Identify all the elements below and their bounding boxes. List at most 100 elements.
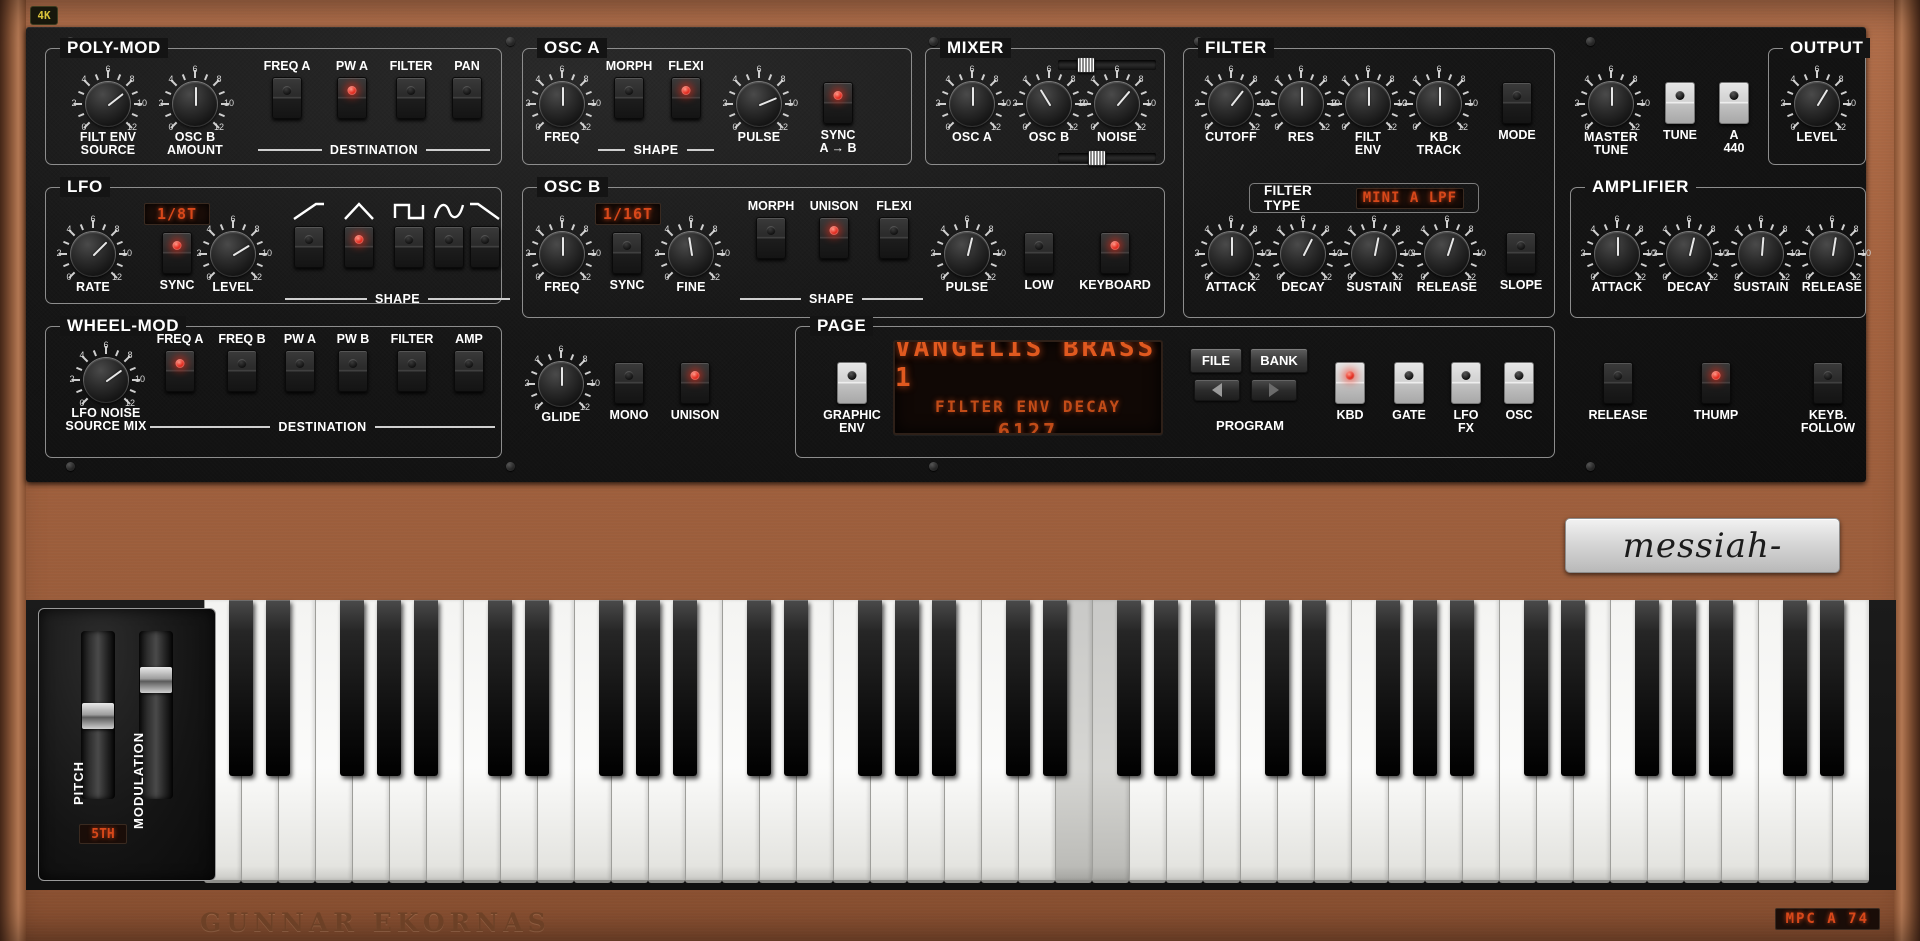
lfo-shape-ramp-up-switch[interactable] bbox=[288, 200, 330, 268]
switch-body[interactable] bbox=[837, 362, 867, 404]
switch-body[interactable] bbox=[680, 362, 710, 404]
a440-switch[interactable]: A 440 bbox=[1710, 82, 1758, 155]
osc-b-fine-knob[interactable]: FINE 0 2 4 6 8 10 12 bbox=[654, 215, 730, 294]
amp-decay-knob[interactable]: DECAY 0 2 4 6 8 10 12 bbox=[1652, 215, 1728, 294]
bank-button[interactable]: BANK bbox=[1250, 348, 1308, 373]
knob-dial[interactable] bbox=[1727, 220, 1795, 279]
filter-release-knob[interactable]: RELEASE 0 2 4 6 8 10 12 bbox=[1408, 215, 1486, 294]
switch-body[interactable] bbox=[1504, 362, 1534, 404]
knob-dial[interactable] bbox=[199, 220, 267, 279]
switch-body[interactable] bbox=[1701, 362, 1731, 404]
piano-black-key[interactable] bbox=[1783, 600, 1807, 776]
piano-black-key[interactable] bbox=[747, 600, 771, 776]
amp-attack-knob[interactable]: ATTACK 0 2 4 6 8 10 12 bbox=[1578, 215, 1656, 294]
piano-black-key[interactable] bbox=[1302, 600, 1326, 776]
piano-black-key[interactable] bbox=[1376, 600, 1400, 776]
switch-body[interactable] bbox=[337, 77, 367, 119]
osc-b-sync-switch[interactable]: SYNC bbox=[597, 232, 657, 292]
switch-body[interactable] bbox=[823, 82, 853, 124]
wheelmod-dest-freq-a-switch[interactable]: FREQ A bbox=[148, 333, 212, 392]
mixer-osc-a-knob[interactable]: OSC A 0 2 4 6 8 10 12 bbox=[935, 65, 1011, 144]
modulation-wheel-grip[interactable] bbox=[140, 667, 172, 693]
wheelmod-dest-pw-a-switch[interactable]: PW A bbox=[274, 333, 326, 392]
switch-body[interactable] bbox=[272, 77, 302, 119]
piano-black-key[interactable] bbox=[1820, 600, 1844, 776]
piano-black-key[interactable] bbox=[266, 600, 290, 776]
file-button[interactable]: FILE bbox=[1190, 348, 1242, 373]
pitch-wheel-grip[interactable] bbox=[82, 703, 114, 729]
switch-body[interactable] bbox=[1502, 82, 1532, 124]
tune-switch[interactable]: TUNE bbox=[1652, 82, 1708, 142]
knob-dial[interactable] bbox=[1197, 220, 1265, 279]
switch-body[interactable] bbox=[396, 77, 426, 119]
osc-b-keyboard-switch[interactable]: KEYBOARD bbox=[1070, 232, 1160, 292]
piano-black-key[interactable] bbox=[932, 600, 956, 776]
knob-dial[interactable] bbox=[528, 220, 596, 279]
filter-slope-switch[interactable]: SLOPE bbox=[1490, 232, 1552, 292]
piano-black-key[interactable] bbox=[895, 600, 919, 776]
knob-dial[interactable] bbox=[74, 70, 142, 129]
switch-body[interactable] bbox=[612, 232, 642, 274]
piano-black-key[interactable] bbox=[488, 600, 512, 776]
polymod-dest-pw-a-switch[interactable]: PW A bbox=[322, 60, 382, 119]
lfo-rate-knob[interactable]: RATE 0 2 4 6 8 10 12 bbox=[55, 215, 132, 294]
program-next-button[interactable] bbox=[1251, 379, 1297, 401]
switch-body[interactable] bbox=[1394, 362, 1424, 404]
switch-body[interactable] bbox=[162, 232, 192, 274]
piano-black-key[interactable] bbox=[340, 600, 364, 776]
piano-black-key[interactable] bbox=[1672, 600, 1696, 776]
glide-knob[interactable]: GLIDE 0 2 4 6 8 10 12 bbox=[524, 345, 600, 424]
filter-cutoff-knob[interactable]: CUTOFF 0 2 4 6 8 10 12 bbox=[1192, 65, 1270, 144]
wheelmod-dest-amp-switch[interactable]: AMP bbox=[443, 333, 495, 392]
lfo-shape-ramp-down-switch[interactable] bbox=[464, 200, 506, 268]
filter-mode-switch[interactable]: MODE bbox=[1487, 82, 1547, 142]
switch-body[interactable] bbox=[397, 350, 427, 392]
osc-b-shape-morph-switch[interactable]: MORPH bbox=[737, 200, 805, 259]
osc-b-shape-flexi-switch[interactable]: FLEXI bbox=[865, 200, 923, 259]
mixer-noise-knob[interactable]: NOISE 0 2 4 6 8 10 12 bbox=[1080, 65, 1156, 144]
piano-black-key[interactable] bbox=[1043, 600, 1067, 776]
piano-black-key[interactable] bbox=[1265, 600, 1289, 776]
polymod-dest-pan-switch[interactable]: PAN bbox=[440, 60, 494, 119]
knob-dial[interactable] bbox=[1583, 220, 1651, 279]
pitch-wheel[interactable] bbox=[81, 631, 115, 799]
piano-black-key[interactable] bbox=[673, 600, 697, 776]
piano-black-key[interactable] bbox=[1006, 600, 1030, 776]
polymod-osc-b-amount-knob[interactable]: OSC B AMOUNT 0 2 4 6 8 10 12 bbox=[156, 65, 234, 156]
knob-dial[interactable] bbox=[1405, 70, 1473, 129]
knob-dial[interactable] bbox=[1413, 220, 1481, 279]
knob-dial[interactable] bbox=[1783, 70, 1851, 129]
switch-body[interactable] bbox=[1335, 362, 1365, 404]
osc-b-shape-unison-switch[interactable]: UNISON bbox=[800, 200, 868, 259]
osc-a-shape-morph-switch[interactable]: MORPH bbox=[595, 60, 663, 119]
osc-a-sync-switch[interactable]: SYNC A → B bbox=[805, 82, 871, 155]
knob-dial[interactable] bbox=[1015, 70, 1083, 129]
switch-body[interactable] bbox=[614, 362, 644, 404]
knob-dial[interactable] bbox=[1267, 70, 1335, 129]
switch-body[interactable] bbox=[1100, 232, 1130, 274]
knob-dial[interactable] bbox=[933, 220, 1001, 279]
master-tune-knob[interactable]: MASTER TUNE 0 2 4 6 8 10 12 bbox=[1570, 65, 1652, 156]
polymod-dest-freq-a-switch[interactable]: FREQ A bbox=[253, 60, 321, 119]
piano-black-key[interactable] bbox=[1191, 600, 1215, 776]
graphic-env-switch[interactable]: GRAPHIC ENV bbox=[810, 362, 894, 435]
knob-dial[interactable] bbox=[528, 70, 596, 129]
piano-black-key[interactable] bbox=[1154, 600, 1178, 776]
switch-body[interactable] bbox=[879, 217, 909, 259]
filter-res-knob[interactable]: RES 024681012 bbox=[1264, 65, 1340, 144]
piano-black-key[interactable] bbox=[229, 600, 253, 776]
wheelmod-dest-freq-b-switch[interactable]: FREQ B bbox=[210, 333, 274, 392]
knob-dial[interactable] bbox=[938, 70, 1006, 129]
page-lfo-fx-switch[interactable]: LFO FX bbox=[1440, 362, 1492, 435]
polymod-dest-filter-switch[interactable]: FILTER bbox=[378, 60, 444, 119]
page-osc-switch[interactable]: OSC bbox=[1493, 362, 1545, 422]
knob-dial[interactable] bbox=[72, 346, 140, 405]
filter-attack-knob[interactable]: ATTACK 0 2 4 6 8 10 12 bbox=[1192, 215, 1270, 294]
amp-release-knob[interactable]: RELEASE 0 2 4 6 8 10 12 bbox=[1793, 215, 1871, 294]
mixer-osc-b-knob[interactable]: OSC B 024681012 bbox=[1012, 65, 1088, 144]
filter-filt-env-knob[interactable]: FILT ENV 0 2 4 6 8 10 12 bbox=[1331, 65, 1407, 156]
slider-thumb[interactable] bbox=[1088, 150, 1106, 166]
piano-black-key[interactable] bbox=[1635, 600, 1659, 776]
filter-sustain-knob[interactable]: SUSTAIN 0 2 4 6 8 10 12 bbox=[1335, 215, 1413, 294]
switch-body[interactable] bbox=[294, 226, 324, 268]
